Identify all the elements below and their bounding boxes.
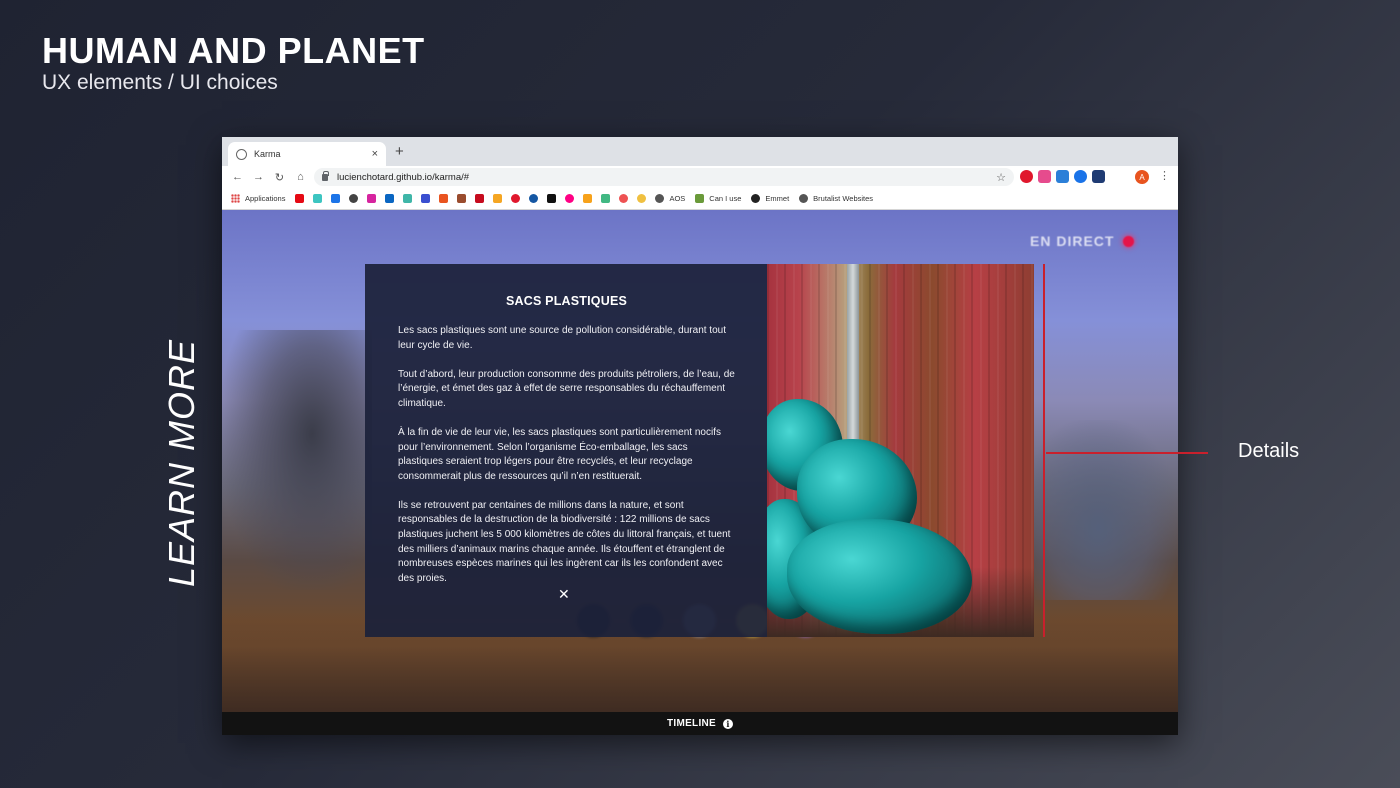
counter-extension-icon[interactable]: [1038, 170, 1051, 183]
doc-bookmark-icon[interactable]: [457, 194, 467, 203]
modal-close-button[interactable]: ✕: [558, 586, 570, 603]
details-bracket-line: [1043, 264, 1045, 637]
wr-bookmark-icon[interactable]: [439, 194, 449, 203]
f-bookmark-icon[interactable]: [619, 194, 629, 203]
browser-toolbar: ← → ↻ ⌂ lucienchotard.github.io/karma/# …: [222, 166, 1178, 188]
instagram-bookmark-icon[interactable]: [367, 194, 377, 203]
address-bar[interactable]: lucienchotard.github.io/karma/# ☆: [314, 168, 1014, 186]
page-viewport: EN DIRECT SACS PLASTIQUES Les sacs plast…: [222, 210, 1178, 712]
black-box-bookmark-icon[interactable]: [547, 194, 557, 203]
bookmarks-bar: Applications AOS Can I use Emmet Brutali…: [222, 188, 1178, 210]
bookmark-brutalist-websites[interactable]: Brutalist Websites: [813, 194, 873, 203]
address-url[interactable]: lucienchotard.github.io/karma/#: [337, 172, 996, 183]
grid-bookmark-icon[interactable]: [403, 194, 413, 203]
opera-extension-icon[interactable]: [1020, 170, 1033, 183]
brutalist-globe-icon: [799, 194, 809, 203]
bookmark-applications[interactable]: Applications: [245, 194, 285, 203]
extension-icons: [1020, 170, 1105, 183]
blue-circle-bookmark-icon[interactable]: [529, 194, 539, 203]
modal-paragraph: Tout d’abord, leur production consomme d…: [398, 368, 735, 409]
flag-bookmark-icon[interactable]: [475, 194, 485, 203]
profile-avatar[interactable]: A: [1135, 170, 1149, 184]
learn-more-label: LEARN MORE: [161, 338, 202, 588]
lock-icon: [322, 170, 329, 181]
netflix-bookmark-icon[interactable]: [295, 194, 305, 203]
slide-title: HUMAN AND PLANET: [42, 30, 425, 71]
bookmark-emmet[interactable]: Emmet: [765, 194, 789, 203]
tab-favicon-icon: [236, 148, 247, 160]
spinner-bookmark-icon[interactable]: [637, 194, 647, 203]
details-label: Details: [1238, 440, 1300, 462]
browser-tab[interactable]: Karma ×: [228, 142, 386, 166]
background-blur-right: [1018, 420, 1178, 600]
reload-button[interactable]: ↻: [269, 171, 290, 184]
live-badge: EN DIRECT: [1030, 233, 1135, 249]
timeline-label[interactable]: TIMELINE: [667, 718, 716, 729]
wappalyzer-extension-icon[interactable]: [1092, 170, 1105, 183]
modal-text-panel: SACS PLASTIQUES Les sacs plastiques sont…: [365, 264, 767, 637]
tab-strip: Karma × +: [222, 137, 1178, 166]
modal-title: SACS PLASTIQUES: [505, 294, 628, 308]
j-bookmark-icon[interactable]: [313, 194, 323, 203]
details-modal: SACS PLASTIQUES Les sacs plastiques sont…: [365, 264, 1034, 637]
tab-close-icon[interactable]: ×: [372, 148, 378, 160]
details-pointer-line: [1046, 452, 1208, 454]
new-tab-button[interactable]: +: [395, 143, 404, 160]
live-badge-label: EN DIRECT: [1030, 233, 1115, 249]
back-button[interactable]: ←: [227, 171, 248, 183]
modal-paragraph: Ils se retrouvent par centaines de milli…: [398, 499, 731, 584]
home-button[interactable]: ⌂: [290, 171, 311, 183]
caniuse-bookmark-icon: [695, 194, 705, 203]
forward-button[interactable]: →: [248, 171, 269, 183]
bookmark-aos[interactable]: AOS: [669, 194, 685, 203]
modal-paragraph: À la fin de vie de leur vie, les sacs pl…: [398, 426, 721, 482]
red-circle-bookmark-icon[interactable]: [511, 194, 521, 203]
leaf-bookmark-icon[interactable]: [493, 194, 503, 203]
info-icon[interactable]: i: [723, 718, 734, 729]
screenshot-extension-icon[interactable]: [1056, 170, 1069, 183]
a-bookmark-icon[interactable]: [331, 194, 341, 203]
slide-subtitle: UX elements / UI choices: [42, 71, 278, 94]
v-bookmark-icon[interactable]: [583, 194, 593, 203]
target-bookmark-icon[interactable]: [349, 194, 359, 203]
live-dot-icon: [1123, 235, 1135, 247]
plastic-bags-photo: [767, 264, 1034, 637]
menu-icon[interactable]: ⋮: [1159, 169, 1170, 182]
plus-extension-icon[interactable]: [1074, 170, 1087, 183]
aos-globe-icon: [655, 194, 665, 203]
tab-title: Karma: [254, 149, 281, 159]
bookmark-can-i-use[interactable]: Can I use: [709, 194, 741, 203]
timeline-bar[interactable]: TIMELINE i: [222, 712, 1178, 735]
modal-paragraph: Les sacs plastiques sont une source de p…: [398, 325, 726, 351]
emmet-bookmark-icon: [751, 194, 761, 203]
vue-bookmark-icon[interactable]: [601, 194, 611, 203]
w-bookmark-icon[interactable]: [421, 194, 431, 203]
bookmark-star-icon[interactable]: ☆: [996, 171, 1006, 184]
linkedin-bookmark-icon[interactable]: [385, 194, 395, 203]
browser-window: Karma × + ← → ↻ ⌂ lucienchotard.github.i…: [222, 137, 1178, 735]
background-blur-left: [222, 330, 372, 590]
flickr-bookmark-icon[interactable]: [565, 194, 575, 203]
apps-grid-icon[interactable]: [231, 194, 240, 203]
